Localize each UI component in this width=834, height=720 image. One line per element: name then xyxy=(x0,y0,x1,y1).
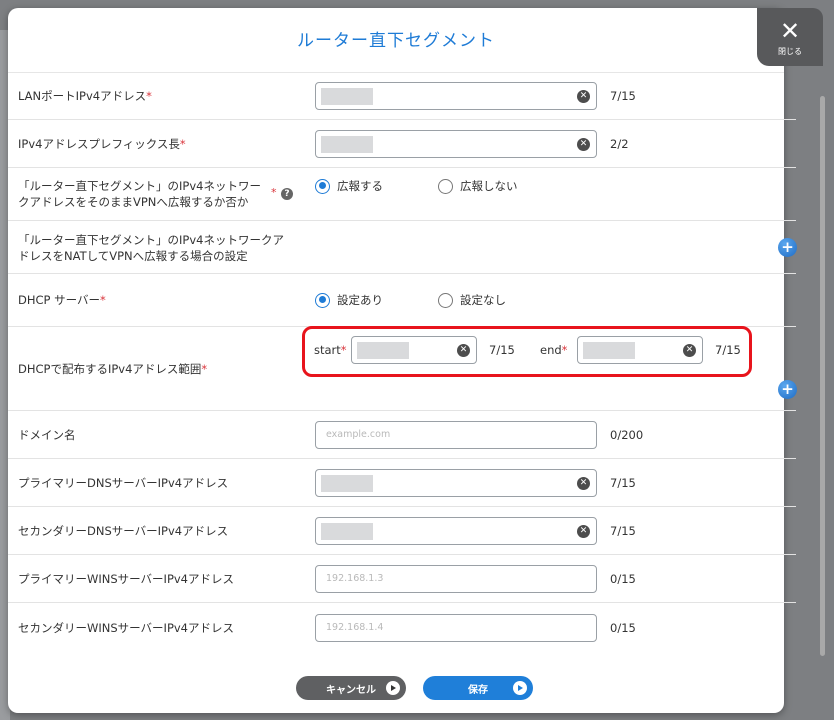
add-range-button[interactable]: + xyxy=(778,380,797,399)
lan-port-label: LANポートIPv4アドレス* xyxy=(18,88,152,104)
prefix-counter: 2/2 xyxy=(610,137,629,151)
nat-label: 「ルーター直下セグメント」のIPv4ネットワークア ドレスをNATしてVPNへ広… xyxy=(18,232,284,264)
save-button[interactable]: 保存 xyxy=(423,676,533,700)
lan-port-label-text: LANポートIPv4アドレス xyxy=(18,89,147,103)
required-mark: * xyxy=(100,293,106,307)
play-icon xyxy=(386,681,400,695)
masked-value xyxy=(321,136,373,153)
cancel-button-label: キャンセル xyxy=(326,684,376,696)
clear-icon[interactable]: ✕ xyxy=(577,138,590,151)
modal-title: ルーター直下セグメント xyxy=(297,31,495,51)
secondary-wins-input[interactable]: 192.168.1.4 xyxy=(315,614,597,642)
secondary-wins-label: セカンダリーWINSサーバーIPv4アドレス xyxy=(18,621,234,635)
primary-wins-placeholder: 192.168.1.3 xyxy=(326,573,384,584)
row-domain: ドメイン名 example.com 0/200 xyxy=(8,411,796,459)
advertise-option-yes-label: 広報する xyxy=(337,179,383,193)
clear-icon[interactable]: ✕ xyxy=(577,477,590,490)
radio-unselected-icon xyxy=(438,292,453,308)
nat-label-line2: ドレスをNATしてVPNへ広報する場合の設定 xyxy=(18,249,248,263)
row-advertise: 「ルーター直下セグメント」のIPv4ネットワー クアドレスをそのままVPNへ広報… xyxy=(8,168,796,221)
dhcp-option-on[interactable]: 設定あり xyxy=(315,292,383,308)
advertise-option-no[interactable]: 広報しない xyxy=(438,178,518,194)
play-icon xyxy=(513,681,527,695)
required-mark: * xyxy=(179,137,186,151)
domain-placeholder: example.com xyxy=(326,429,391,440)
primary-wins-label: プライマリーWINSサーバーIPv4アドレス xyxy=(18,572,234,586)
row-primary-dns: プライマリーDNSサーバーIPv4アドレス ✕ 7/15 xyxy=(8,459,796,507)
add-nat-button[interactable]: + xyxy=(778,238,797,257)
domain-input[interactable]: example.com xyxy=(315,421,597,449)
radio-selected-icon xyxy=(315,178,330,194)
radio-selected-icon xyxy=(315,292,330,308)
masked-value xyxy=(321,523,373,540)
secondary-dns-label: セカンダリーDNSサーバーIPv4アドレス xyxy=(18,524,229,538)
primary-dns-input[interactable]: ✕ xyxy=(315,469,597,497)
highlight-annotation xyxy=(302,326,752,377)
required-mark: * xyxy=(271,186,277,199)
secondary-wins-placeholder: 192.168.1.4 xyxy=(326,622,384,633)
secondary-wins-counter: 0/15 xyxy=(610,621,636,635)
domain-label: ドメイン名 xyxy=(18,428,76,442)
domain-counter: 0/200 xyxy=(610,428,644,442)
row-nat: 「ルーター直下セグメント」のIPv4ネットワークア ドレスをNATしてVPNへ広… xyxy=(8,221,797,274)
row-prefix: IPv4アドレスプレフィックス長* ✕ 2/2 xyxy=(8,120,796,168)
prefix-label-text: IPv4アドレスプレフィックス長 xyxy=(18,137,180,151)
advertise-option-no-label: 広報しない xyxy=(460,179,518,193)
advertise-option-yes[interactable]: 広報する xyxy=(315,178,383,194)
required-mark: * xyxy=(146,89,152,103)
lan-port-input[interactable]: ✕ xyxy=(315,82,597,110)
dhcp-server-label-text: DHCP サーバー xyxy=(18,293,101,307)
close-label: 閉じる xyxy=(778,47,802,56)
cancel-button[interactable]: キャンセル xyxy=(296,676,406,700)
dhcp-server-label: DHCP サーバー* xyxy=(18,292,106,308)
close-button[interactable]: ✕ 閉じる xyxy=(757,8,823,66)
row-primary-wins: プライマリーWINSサーバーIPv4アドレス 192.168.1.3 0/15 xyxy=(8,555,796,603)
masked-value xyxy=(321,475,373,492)
dhcp-option-on-label: 設定あり xyxy=(337,293,383,307)
prefix-input[interactable]: ✕ xyxy=(315,130,597,158)
dhcp-range-label-text: DHCPで配布するIPv4アドレス範囲 xyxy=(18,362,202,376)
primary-dns-counter: 7/15 xyxy=(610,476,636,490)
advertise-label: 「ルーター直下セグメント」のIPv4ネットワー クアドレスをそのままVPNへ広報… xyxy=(18,178,261,210)
advertise-label-line2: クアドレスをそのままVPNへ広報するか否か xyxy=(18,195,249,209)
prefix-label: IPv4アドレスプレフィックス長* xyxy=(18,136,186,152)
radio-unselected-icon xyxy=(438,178,453,194)
row-secondary-dns: セカンダリーDNSサーバーIPv4アドレス ✕ 7/15 xyxy=(8,507,796,555)
row-dhcp-server: DHCP サーバー* 設定あり 設定なし xyxy=(8,274,796,327)
clear-icon[interactable]: ✕ xyxy=(577,90,590,103)
primary-dns-label: プライマリーDNSサーバーIPv4アドレス xyxy=(18,476,229,490)
lan-port-counter: 7/15 xyxy=(610,89,636,103)
secondary-dns-input[interactable]: ✕ xyxy=(315,517,597,545)
masked-value xyxy=(321,88,373,105)
modal-scrollbar[interactable] xyxy=(820,96,825,656)
dhcp-range-label: DHCPで配布するIPv4アドレス範囲* xyxy=(18,361,207,377)
required-mark: * xyxy=(201,362,208,376)
help-icon[interactable]: ? xyxy=(281,188,293,200)
close-icon: ✕ xyxy=(779,17,801,45)
advertise-label-line2-wrap: クアドレスをそのままVPNへ広報するか否か xyxy=(18,194,261,210)
row-lan-port: LANポートIPv4アドレス* ✕ 7/15 xyxy=(8,72,796,120)
row-secondary-wins: セカンダリーWINSサーバーIPv4アドレス 192.168.1.4 0/15 xyxy=(8,603,796,651)
dhcp-option-off-label: 設定なし xyxy=(460,293,506,307)
secondary-dns-counter: 7/15 xyxy=(610,524,636,538)
nat-label-line1: 「ルーター直下セグメント」のIPv4ネットワークア xyxy=(18,233,284,247)
clear-icon[interactable]: ✕ xyxy=(577,525,590,538)
primary-wins-input[interactable]: 192.168.1.3 xyxy=(315,565,597,593)
primary-wins-counter: 0/15 xyxy=(610,572,636,586)
advertise-label-line1: 「ルーター直下セグメント」のIPv4ネットワー xyxy=(18,179,261,193)
save-button-label: 保存 xyxy=(468,684,488,696)
dhcp-option-off[interactable]: 設定なし xyxy=(438,292,506,308)
